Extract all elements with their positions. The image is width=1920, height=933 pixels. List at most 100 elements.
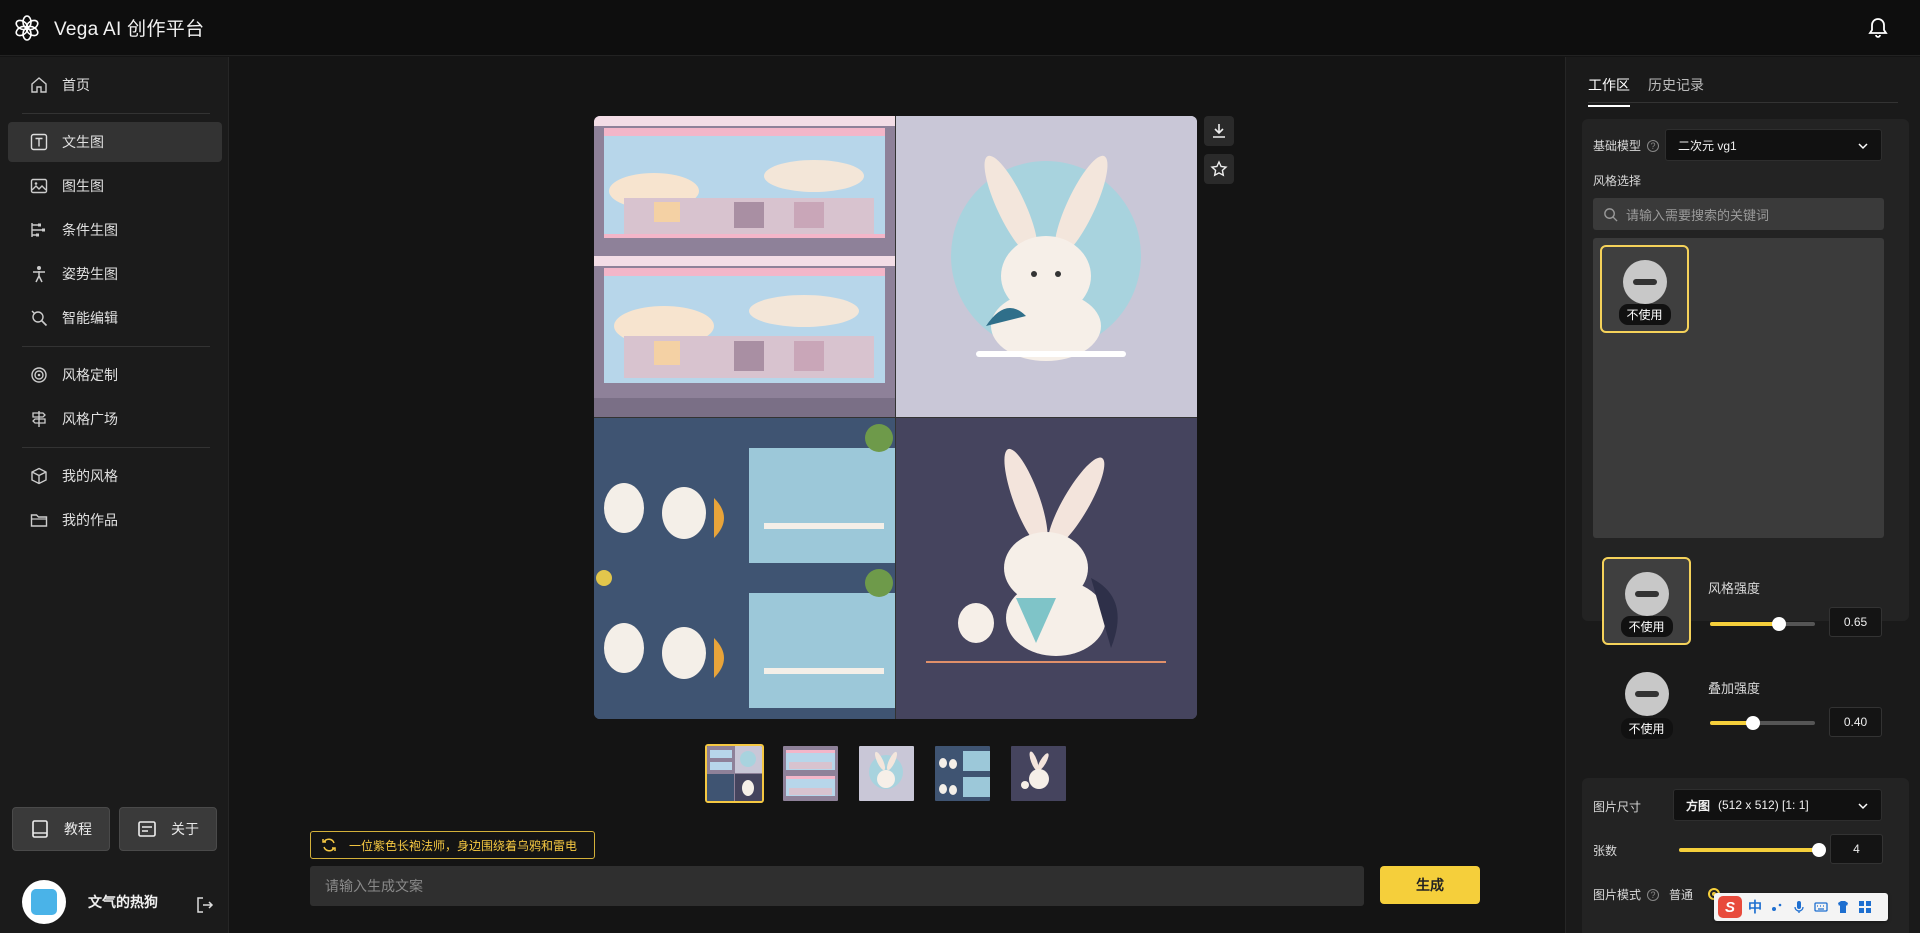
slider-fill [1710, 622, 1778, 626]
sogou-logo-icon: S [1718, 896, 1742, 918]
image-quadrant-rabbit-circle [896, 116, 1197, 417]
thumbnail-strip [705, 744, 1085, 803]
image-size-label: 图片尺寸 [1593, 800, 1642, 814]
search-icon [1604, 207, 1618, 222]
sidebar-item-condition[interactable]: 条件生图 [8, 210, 222, 250]
chevron-down-icon [1858, 803, 1868, 810]
logout-icon[interactable] [196, 896, 214, 914]
book-icon [32, 820, 48, 838]
condition-icon [30, 221, 48, 239]
count-slider[interactable] [1679, 843, 1826, 857]
thumbnail-kitchen[interactable] [781, 744, 840, 803]
image-quadrant-rabbit-dark [896, 418, 1197, 719]
bell-icon[interactable] [1866, 16, 1890, 40]
no-use-icon [1624, 672, 1669, 716]
no-use-label: 不使用 [1618, 304, 1671, 325]
folder-icon [30, 511, 48, 529]
image-mode-option[interactable]: 普通 [1669, 886, 1693, 903]
divider [22, 346, 210, 347]
avatar [22, 880, 66, 924]
tutorial-button[interactable]: 教程 [12, 807, 110, 851]
home-icon [30, 76, 48, 94]
sidebar-item-smart-edit[interactable]: 智能编辑 [8, 298, 222, 338]
divider [22, 113, 210, 114]
ime-toolbar[interactable]: S 中 [1714, 893, 1888, 921]
sidebar-item-text-to-image[interactable]: 文生图 [8, 122, 222, 162]
sidebar-item-style-plaza[interactable]: 风格广场 [8, 399, 222, 439]
microphone-icon[interactable] [1792, 900, 1806, 914]
download-icon [1213, 124, 1225, 138]
pose-icon [30, 265, 48, 283]
help-icon[interactable]: ? [1647, 888, 1660, 901]
app-title: Vega AI 创作平台 [54, 19, 205, 40]
overlay-strength-thumb[interactable]: 不使用 [1602, 657, 1691, 745]
image-mode-label: 图片模式 ? [1593, 886, 1660, 903]
prompt-input[interactable] [310, 866, 1364, 906]
style-strength-value[interactable]: 0.65 [1829, 607, 1882, 637]
base-model-label-text: 基础模型 [1593, 139, 1642, 153]
no-use-icon [1624, 572, 1669, 616]
logo[interactable]: Vega AI 创作平台 [12, 13, 204, 43]
base-model-label: 基础模型 ? [1593, 137, 1660, 154]
image-quadrant-kitchen [594, 116, 895, 417]
sidebar-item-label: 首页 [62, 77, 90, 93]
thumbnail-rabbit-circle[interactable] [857, 744, 916, 803]
keyboard-icon[interactable] [1814, 900, 1828, 914]
tab-workspace[interactable]: 工作区 [1588, 75, 1630, 107]
style-strength-thumb[interactable]: 不使用 [1602, 557, 1691, 645]
sidebar-item-label: 图生图 [62, 178, 104, 194]
help-icon[interactable]: ? [1647, 139, 1660, 152]
download-button[interactable] [1204, 116, 1234, 146]
generate-button[interactable]: 生成 [1380, 866, 1480, 904]
slider-knob[interactable] [1772, 617, 1786, 631]
style-search-input[interactable]: 请输入需要搜索的关键词 [1593, 198, 1884, 230]
thumbnail-grid[interactable] [705, 744, 764, 803]
sidebar-item-home[interactable]: 首页 [8, 65, 222, 105]
about-label: 关于 [171, 821, 199, 837]
sidebar-item-label: 姿势生图 [62, 266, 118, 282]
image-quadrant-rabbit-plants [594, 418, 895, 719]
slider-knob[interactable] [1812, 843, 1826, 857]
sidebar-item-pose[interactable]: 姿势生图 [8, 254, 222, 294]
slider-knob[interactable] [1746, 716, 1760, 730]
overlay-strength-value[interactable]: 0.40 [1829, 707, 1882, 737]
ime-mode-label[interactable]: 中 [1748, 897, 1762, 917]
overlay-strength-slider[interactable] [1710, 716, 1815, 730]
info-card-icon [138, 821, 156, 837]
style-grid: 不使用 [1593, 238, 1884, 538]
sidebar-item-my-style[interactable]: 我的风格 [8, 456, 222, 496]
app-root: Vega AI 创作平台 首页 文生图 图生图 条件生图 姿势生图 智能编辑 风… [0, 0, 1920, 933]
thumbnail-rabbit-dark[interactable] [1009, 744, 1068, 803]
divider [22, 447, 210, 448]
thumbnail-rabbit-plants[interactable] [933, 744, 992, 803]
punctuation-icon[interactable] [1770, 900, 1784, 914]
user-profile[interactable]: 文气的热狗 [22, 880, 158, 924]
vega-logo-icon [15, 14, 39, 41]
skin-icon[interactable] [1836, 900, 1850, 914]
sidebar-item-label: 风格定制 [62, 367, 118, 383]
base-model-select[interactable]: 二次元 vg1 [1665, 129, 1882, 161]
sidebar-item-style-custom[interactable]: 风格定制 [8, 355, 222, 395]
tab-history[interactable]: 历史记录 [1648, 75, 1704, 95]
favorite-button[interactable] [1204, 154, 1234, 184]
suggestion-text: 一位紫色长袍法师，身边围绕着乌鸦和雷电 [349, 838, 578, 853]
prompt-suggestion-chip[interactable]: 一位紫色长袍法师，身边围绕着乌鸦和雷电 [310, 831, 595, 859]
style-option-none[interactable]: 不使用 [1600, 245, 1689, 333]
image-size-select[interactable]: 方图 (512 x 512) [1: 1] [1673, 789, 1882, 821]
image-size-value: (512 x 512) [1: 1] [1718, 798, 1809, 812]
sidebar-item-label: 风格广场 [62, 411, 118, 427]
target-icon [30, 366, 48, 384]
panel-tabs: 工作区 历史记录 [1588, 67, 1898, 107]
style-strength-slider[interactable] [1710, 617, 1815, 631]
about-button[interactable]: 关于 [119, 807, 217, 851]
slider-fill [1679, 848, 1819, 852]
generated-image-preview[interactable] [594, 116, 1197, 719]
sidebar-item-label: 智能编辑 [62, 310, 118, 326]
sidebar-item-image-to-image[interactable]: 图生图 [8, 166, 222, 206]
style-search-placeholder: 请输入需要搜索的关键词 [1626, 207, 1770, 223]
count-value[interactable]: 4 [1830, 834, 1883, 864]
sidebar-item-my-works[interactable]: 我的作品 [8, 500, 222, 540]
sidebar-item-label: 我的作品 [62, 512, 118, 528]
grid-menu-icon[interactable] [1858, 900, 1872, 914]
no-use-icon [1622, 260, 1667, 304]
